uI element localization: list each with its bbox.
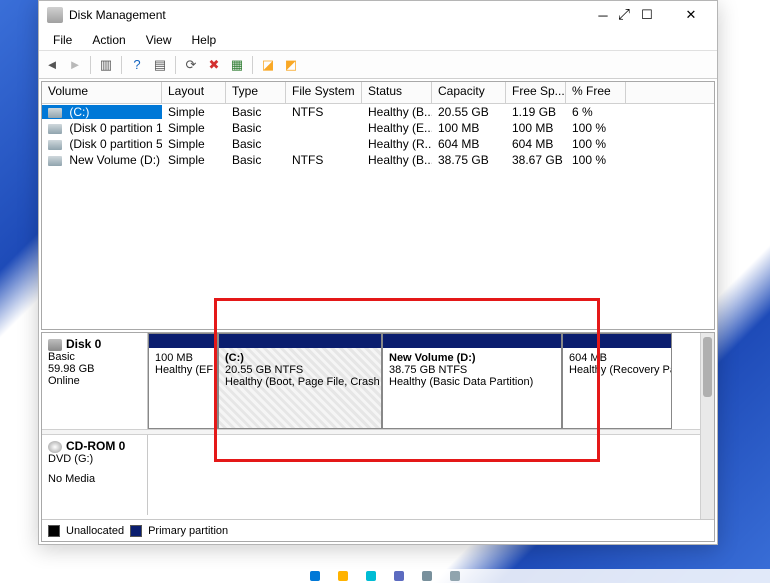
disk-0-partitions: 100 MBHealthy (EFI System Partition)(C:)… [148,333,714,429]
cdrom-partitions [148,435,714,515]
legend: Unallocated Primary partition [42,519,714,541]
delete-button[interactable]: ✖ [203,54,225,76]
close-button[interactable]: ✕ [669,1,713,29]
show-hide-tree-button[interactable]: ▥ [95,54,117,76]
col-status[interactable]: Status [362,82,432,103]
col-capacity[interactable]: Capacity [432,82,506,103]
refresh-button[interactable]: ⟳ [180,54,202,76]
window-title: Disk Management [69,8,581,22]
menu-view[interactable]: View [136,31,182,49]
disk-management-window: Disk Management ─ ☐ ✕ File Action View H… [38,0,718,545]
taskbar-icon[interactable] [450,571,460,581]
legend-unallocated-label: Unallocated [66,525,124,537]
taskbar-icon[interactable] [310,571,320,581]
cdrom-line2: No Media [48,473,141,485]
taskbar-icon[interactable] [394,571,404,581]
table-row[interactable]: (Disk 0 partition 5)SimpleBasicHealthy (… [42,136,714,152]
partition[interactable]: 604 MBHealthy (Recovery Partition) [562,333,672,429]
volume-list[interactable]: Volume Layout Type File System Status Ca… [41,81,715,330]
graphical-view[interactable]: Disk 0 Basic 59.98 GB Online 100 MBHealt… [41,332,715,542]
disk-0-type: Basic [48,351,141,363]
help-icon[interactable]: ? [126,54,148,76]
col-layout[interactable]: Layout [162,82,226,103]
table-row[interactable]: New Volume (D:)SimpleBasicNTFSHealthy (B… [42,152,714,168]
menu-file[interactable]: File [43,31,82,49]
cdrom-info[interactable]: CD-ROM 0 DVD (G:) No Media [42,435,148,515]
col-filesystem[interactable]: File System [286,82,362,103]
table-row[interactable]: (C:)SimpleBasicNTFSHealthy (B...20.55 GB… [42,104,714,120]
column-headers[interactable]: Volume Layout Type File System Status Ca… [42,82,714,104]
back-button[interactable]: ◄ [41,54,63,76]
col-freespace[interactable]: Free Sp... [506,82,566,103]
settings-icon[interactable]: ▦ [226,54,248,76]
taskbar-icon[interactable] [366,571,376,581]
toolbar: ◄ ► ▥ ? ▤ ⟳ ✖ ▦ ◪ ◩ [39,51,717,79]
forward-button: ► [64,54,86,76]
disk-0-state: Online [48,375,141,387]
taskbar-icon[interactable] [422,571,432,581]
table-row[interactable]: (Disk 0 partition 1)SimpleBasicHealthy (… [42,120,714,136]
disk-0-info[interactable]: Disk 0 Basic 59.98 GB Online [42,333,148,429]
menu-help[interactable]: Help [182,31,227,49]
vertical-scrollbar[interactable] [700,333,714,519]
disk-icon [48,339,62,351]
legend-unallocated-swatch [48,525,60,537]
partition[interactable]: 100 MBHealthy (EFI System Partition) [148,333,218,429]
volume-rows: (C:)SimpleBasicNTFSHealthy (B...20.55 GB… [42,104,714,168]
minimize-button[interactable]: ─ [581,1,625,29]
cdrom-row[interactable]: CD-ROM 0 DVD (G:) No Media [42,435,714,515]
action-icon-2[interactable]: ◩ [280,54,302,76]
properties-button[interactable]: ▤ [149,54,171,76]
taskbar-icon[interactable] [338,571,348,581]
action-icon-1[interactable]: ◪ [257,54,279,76]
col-type[interactable]: Type [226,82,286,103]
partition[interactable]: New Volume (D:)38.75 GB NTFSHealthy (Bas… [382,333,562,429]
maximize-button[interactable]: ☐ [625,1,669,29]
cdrom-icon [48,441,62,453]
disk-0-row[interactable]: Disk 0 Basic 59.98 GB Online 100 MBHealt… [42,333,714,429]
titlebar[interactable]: Disk Management ─ ☐ ✕ [39,1,717,29]
taskbar[interactable] [0,569,770,583]
menubar: File Action View Help [39,29,717,51]
partition[interactable]: (C:)20.55 GB NTFSHealthy (Boot, Page Fil… [218,333,382,429]
legend-primary-swatch [130,525,142,537]
col-percentfree[interactable]: % Free [566,82,626,103]
cdrom-line1: DVD (G:) [48,453,141,465]
menu-action[interactable]: Action [82,31,135,49]
col-volume[interactable]: Volume [42,82,162,103]
app-icon [47,7,63,23]
scrollbar-thumb[interactable] [703,337,712,397]
legend-primary-label: Primary partition [148,525,228,537]
disk-0-size: 59.98 GB [48,363,141,375]
